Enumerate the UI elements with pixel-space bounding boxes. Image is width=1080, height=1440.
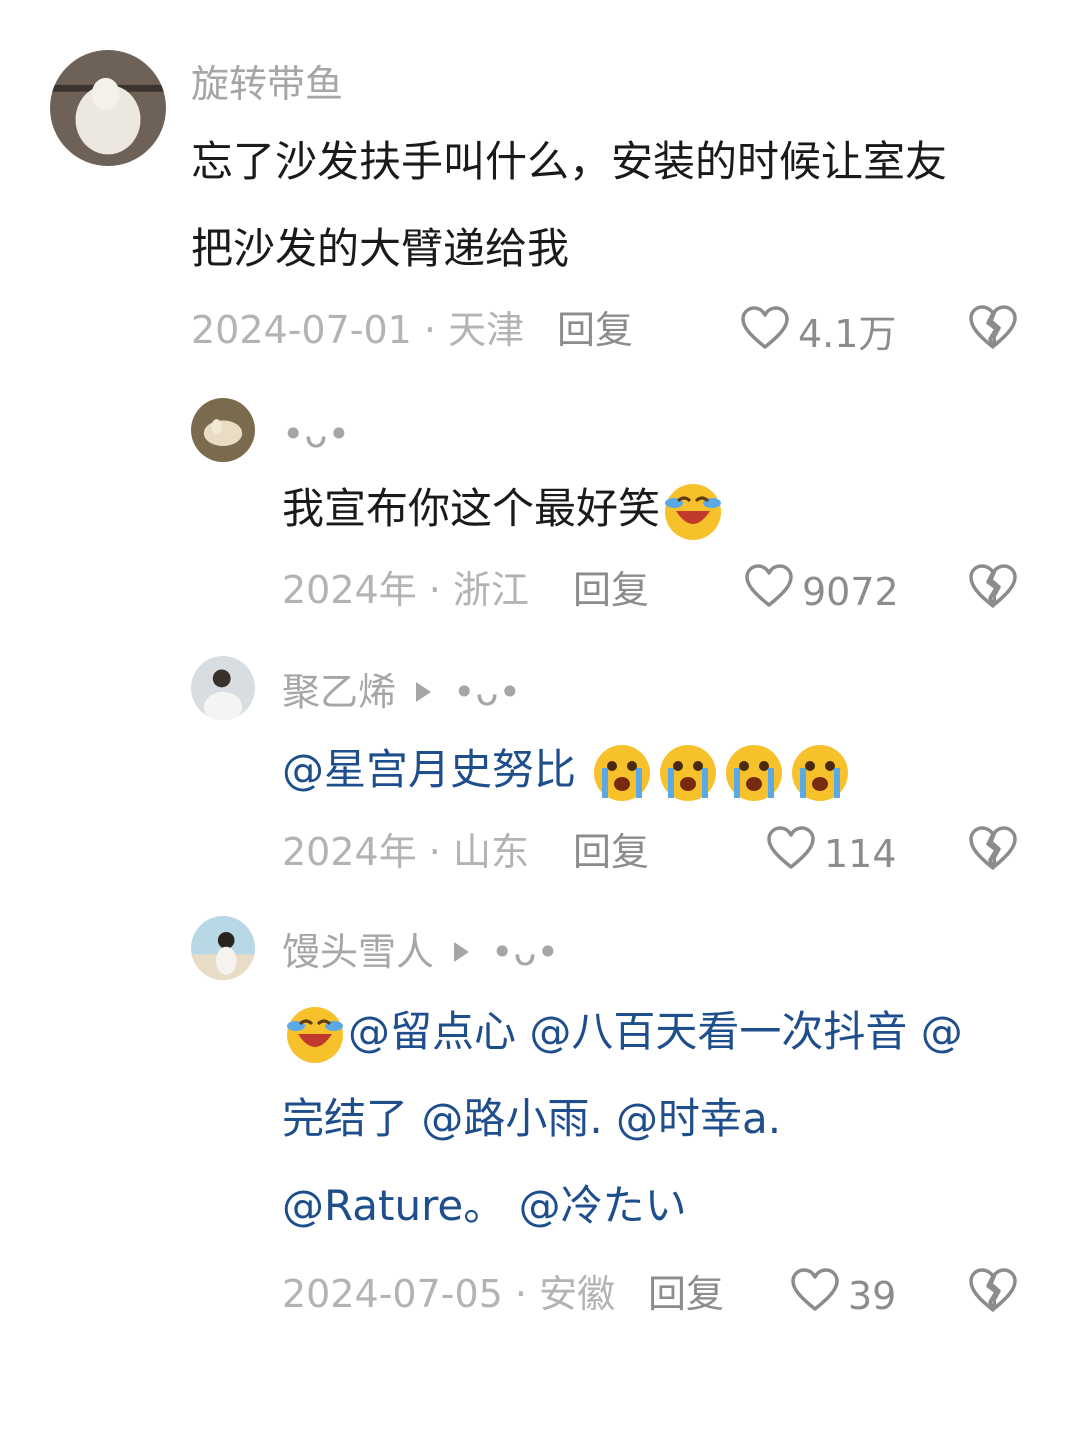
username-label: 馒头雪人 — [282, 930, 435, 974]
mention-link[interactable]: @Rature。 @冷たい — [282, 1162, 963, 1249]
heart-icon — [790, 1267, 848, 1324]
reply-button[interactable]: 回复 — [557, 306, 633, 354]
username[interactable]: •ᴗ• — [282, 410, 350, 458]
dislike-button[interactable] — [968, 1266, 1018, 1314]
comment-meta: 2024-07-01 · 天津 — [191, 308, 525, 352]
reply-arrow-icon — [416, 682, 432, 702]
laugh-cry-emoji — [284, 1004, 346, 1066]
username[interactable]: 馒头雪人 •ᴗ• — [282, 928, 559, 976]
comment-line: 我宣布你这个最好笑 — [282, 465, 726, 552]
heart-icon — [740, 305, 798, 362]
comment-line: 忘了沙发扶手叫什么，安装的时候让室友 — [191, 137, 948, 186]
comment-meta: 2024-07-05 · 安徽 — [282, 1272, 616, 1316]
dislike-button[interactable] — [968, 303, 1018, 351]
username-label: 聚乙烯 — [282, 670, 397, 714]
dislike-button[interactable] — [968, 562, 1018, 610]
username-label: •ᴗ• — [282, 412, 351, 456]
username[interactable]: 聚乙烯 •ᴗ• — [282, 668, 521, 716]
comment-text: 我宣布你这个最好笑 — [282, 465, 726, 552]
heart-icon — [744, 563, 802, 620]
comment-meta: 2024年 · 山东 — [282, 830, 529, 874]
heart-icon — [766, 825, 824, 882]
like-count: 9072 — [802, 569, 899, 614]
reply-arrow-icon — [454, 942, 470, 962]
avatar[interactable] — [50, 50, 166, 166]
mention-link[interactable]: @留点心 @八百天看一次抖音 @ — [348, 1007, 963, 1056]
broken-heart-icon — [968, 1268, 1018, 1318]
comment-text: 忘了沙发扶手叫什么，安装的时候让室友 把沙发的大臂递给我 — [191, 118, 947, 292]
crying-emoji — [789, 742, 851, 804]
reply-button[interactable]: 回复 — [573, 828, 649, 876]
reply-to-username: •ᴗ• — [453, 670, 522, 714]
broken-heart-icon — [968, 826, 1018, 876]
reply-to-username: •ᴗ• — [491, 930, 560, 974]
like-count: 114 — [824, 831, 897, 876]
broken-heart-icon — [968, 564, 1018, 614]
like-count: 39 — [848, 1273, 897, 1318]
dislike-button[interactable] — [968, 824, 1018, 872]
like-button[interactable]: 9072 — [744, 563, 899, 620]
comment-text: @留点心 @八百天看一次抖音 @ 完结了 @路小雨. @时幸a. @Rature… — [282, 988, 963, 1249]
comment-meta: 2024年 · 浙江 — [282, 568, 529, 612]
reply-button[interactable]: 回复 — [648, 1270, 724, 1318]
laugh-cry-emoji — [662, 481, 724, 543]
comment-line: @星宫月史努比 — [282, 726, 853, 813]
mention-link[interactable]: @星宫月史努比 — [282, 745, 589, 794]
reply-button[interactable]: 回复 — [573, 566, 649, 614]
avatar[interactable] — [191, 398, 255, 462]
username[interactable]: 旋转带鱼 — [191, 60, 343, 108]
like-count: 4.1万 — [798, 311, 897, 356]
broken-heart-icon — [968, 305, 1018, 355]
like-button[interactable]: 39 — [790, 1267, 896, 1324]
comment-text: @星宫月史努比 — [282, 726, 853, 813]
username-label: 旋转带鱼 — [191, 62, 344, 106]
crying-emoji — [723, 742, 785, 804]
comment-line: @留点心 @八百天看一次抖音 @ — [282, 988, 963, 1075]
avatar[interactable] — [191, 916, 255, 980]
mention-link[interactable]: 完结了 @路小雨. @时幸a. — [282, 1075, 963, 1162]
avatar[interactable] — [191, 656, 255, 720]
comment-line: 把沙发的大臂递给我 — [191, 224, 570, 273]
like-button[interactable]: 4.1万 — [740, 305, 896, 362]
crying-emoji — [657, 742, 719, 804]
like-button[interactable]: 114 — [766, 825, 897, 882]
crying-emoji — [591, 742, 653, 804]
